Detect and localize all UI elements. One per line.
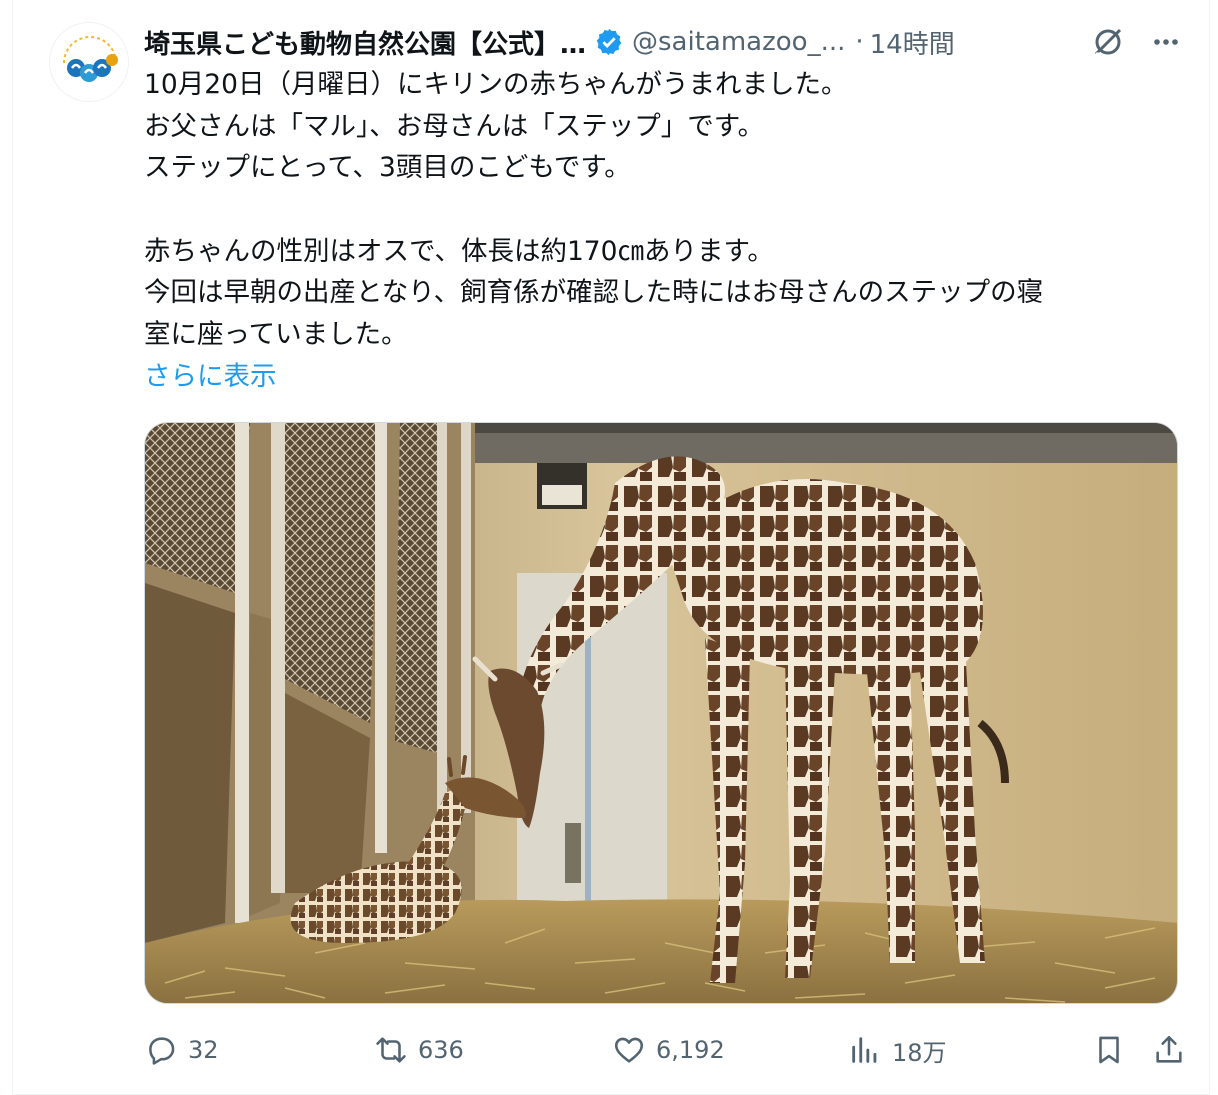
post-text-line <box>144 189 1184 231</box>
view-count: 18万 <box>892 1038 947 1067</box>
like-button[interactable]: 6,192 <box>612 1030 725 1070</box>
post-header: 埼玉県こども動物自然公園【公式】… @saitamazoo_... · 14時間 <box>144 20 1184 64</box>
views-button[interactable]: 18万 <box>848 1030 947 1070</box>
show-more-link[interactable]: さらに表示 <box>144 356 1184 398</box>
like-count: 6,192 <box>656 1036 725 1064</box>
post-text-line: 今回は早朝の出産となり、飼育係が確認した時にはお母さんのステップの寝 <box>144 277 1044 309</box>
heart-icon <box>614 1037 644 1063</box>
verified-badge-icon[interactable] <box>594 27 624 57</box>
post-text: 10月20日（月曜日）にキリンの赤ちゃんがうまれました。 お父さんは「マル」、お… <box>144 64 1184 398</box>
display-name[interactable]: 埼玉県こども動物自然公園【公式】… <box>144 24 586 61</box>
profile-avatar[interactable] <box>49 22 129 102</box>
post-timestamp[interactable]: 14時間 <box>870 24 955 61</box>
share-icon <box>1156 1035 1182 1063</box>
post-text-line: お父さんは「マル」、お母さんは「ステップ」です。 <box>144 110 765 142</box>
post-text-line: 室に座っていました。 <box>144 319 408 351</box>
bookmark-icon <box>1099 1036 1119 1064</box>
post-text-line: 赤ちゃんの性別はオスで、体長は約170㎝あります。 <box>144 235 774 267</box>
reply-button[interactable]: 32 <box>144 1030 219 1070</box>
bookmark-button[interactable] <box>1092 1030 1136 1070</box>
share-button[interactable] <box>1152 1030 1196 1070</box>
repost-button[interactable]: 636 <box>374 1030 464 1070</box>
post-text-line: ステップにとって、3頭目のこどもです。 <box>144 152 631 184</box>
repost-icon <box>376 1037 406 1063</box>
analytics-icon <box>852 1037 877 1063</box>
post-text-line: 10月20日（月曜日）にキリンの赤ちゃんがうまれました。 <box>144 69 848 100</box>
post-photo[interactable] <box>144 422 1178 1004</box>
user-handle[interactable]: @saitamazoo_... <box>632 27 845 57</box>
reply-count: 32 <box>188 1036 219 1064</box>
saitama-zoo-logo-icon <box>52 25 128 101</box>
separator-dot: · <box>855 27 864 57</box>
post-card[interactable]: 埼玉県こども動物自然公園【公式】… @saitamazoo_... · 14時間 <box>12 0 1210 1095</box>
repost-count: 636 <box>418 1036 464 1064</box>
post-actions: 32 636 6,192 18万 <box>144 1030 1184 1070</box>
giraffe-photo-icon <box>145 423 1177 1003</box>
more-options-icon[interactable] <box>1148 24 1184 60</box>
grok-icon[interactable] <box>1090 24 1126 60</box>
reply-icon <box>149 1037 175 1065</box>
